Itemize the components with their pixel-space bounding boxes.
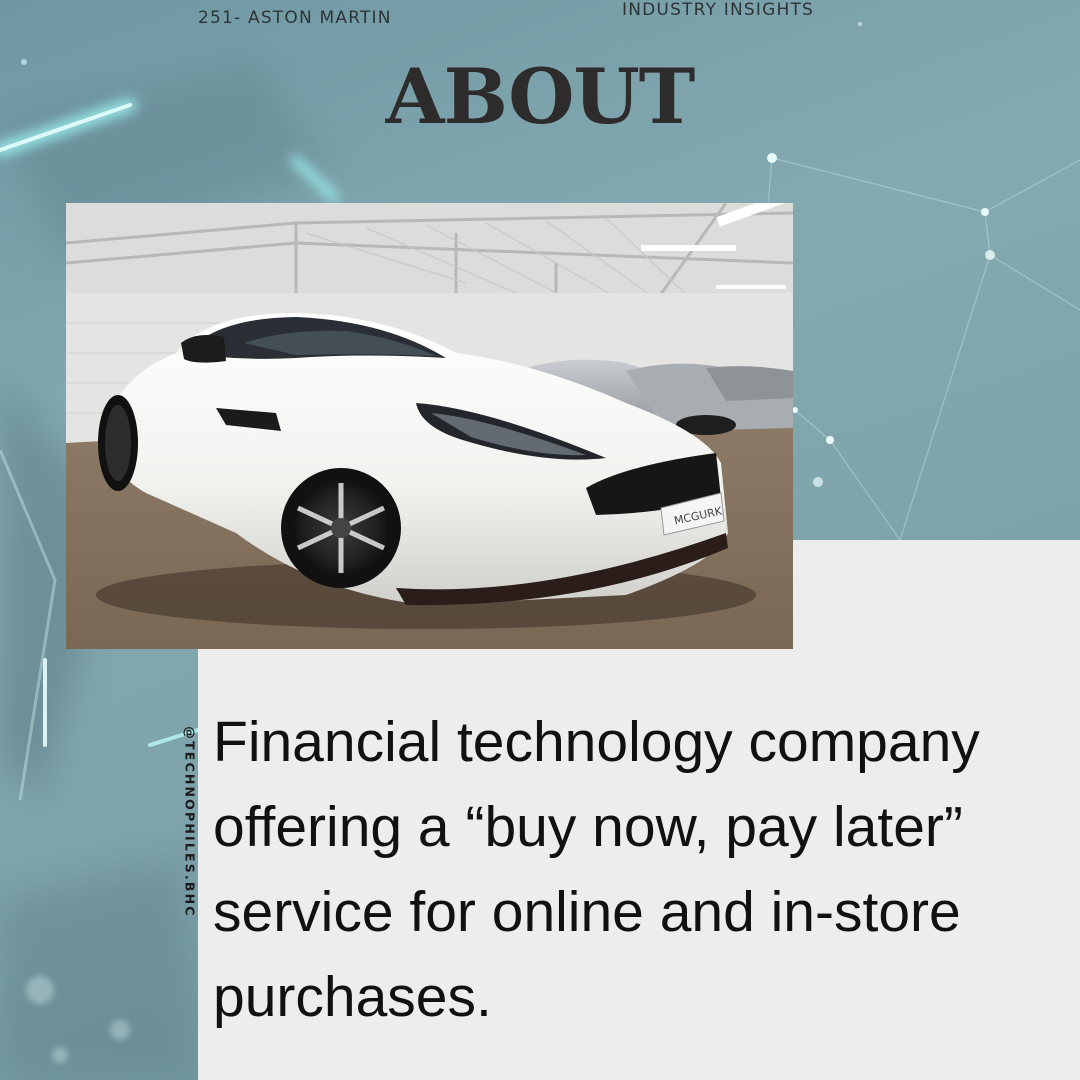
car-photo: MCGURK [66,203,793,649]
social-handle: @TECHNOPHILES.BHC [182,726,198,918]
page-title: ABOUT [385,52,696,141]
category-label: INDUSTRY INSIGHTS [622,0,815,20]
about-description: Financial technology company offering a … [213,710,980,1029]
series-label: 251- ASTON MARTIN [198,8,392,28]
